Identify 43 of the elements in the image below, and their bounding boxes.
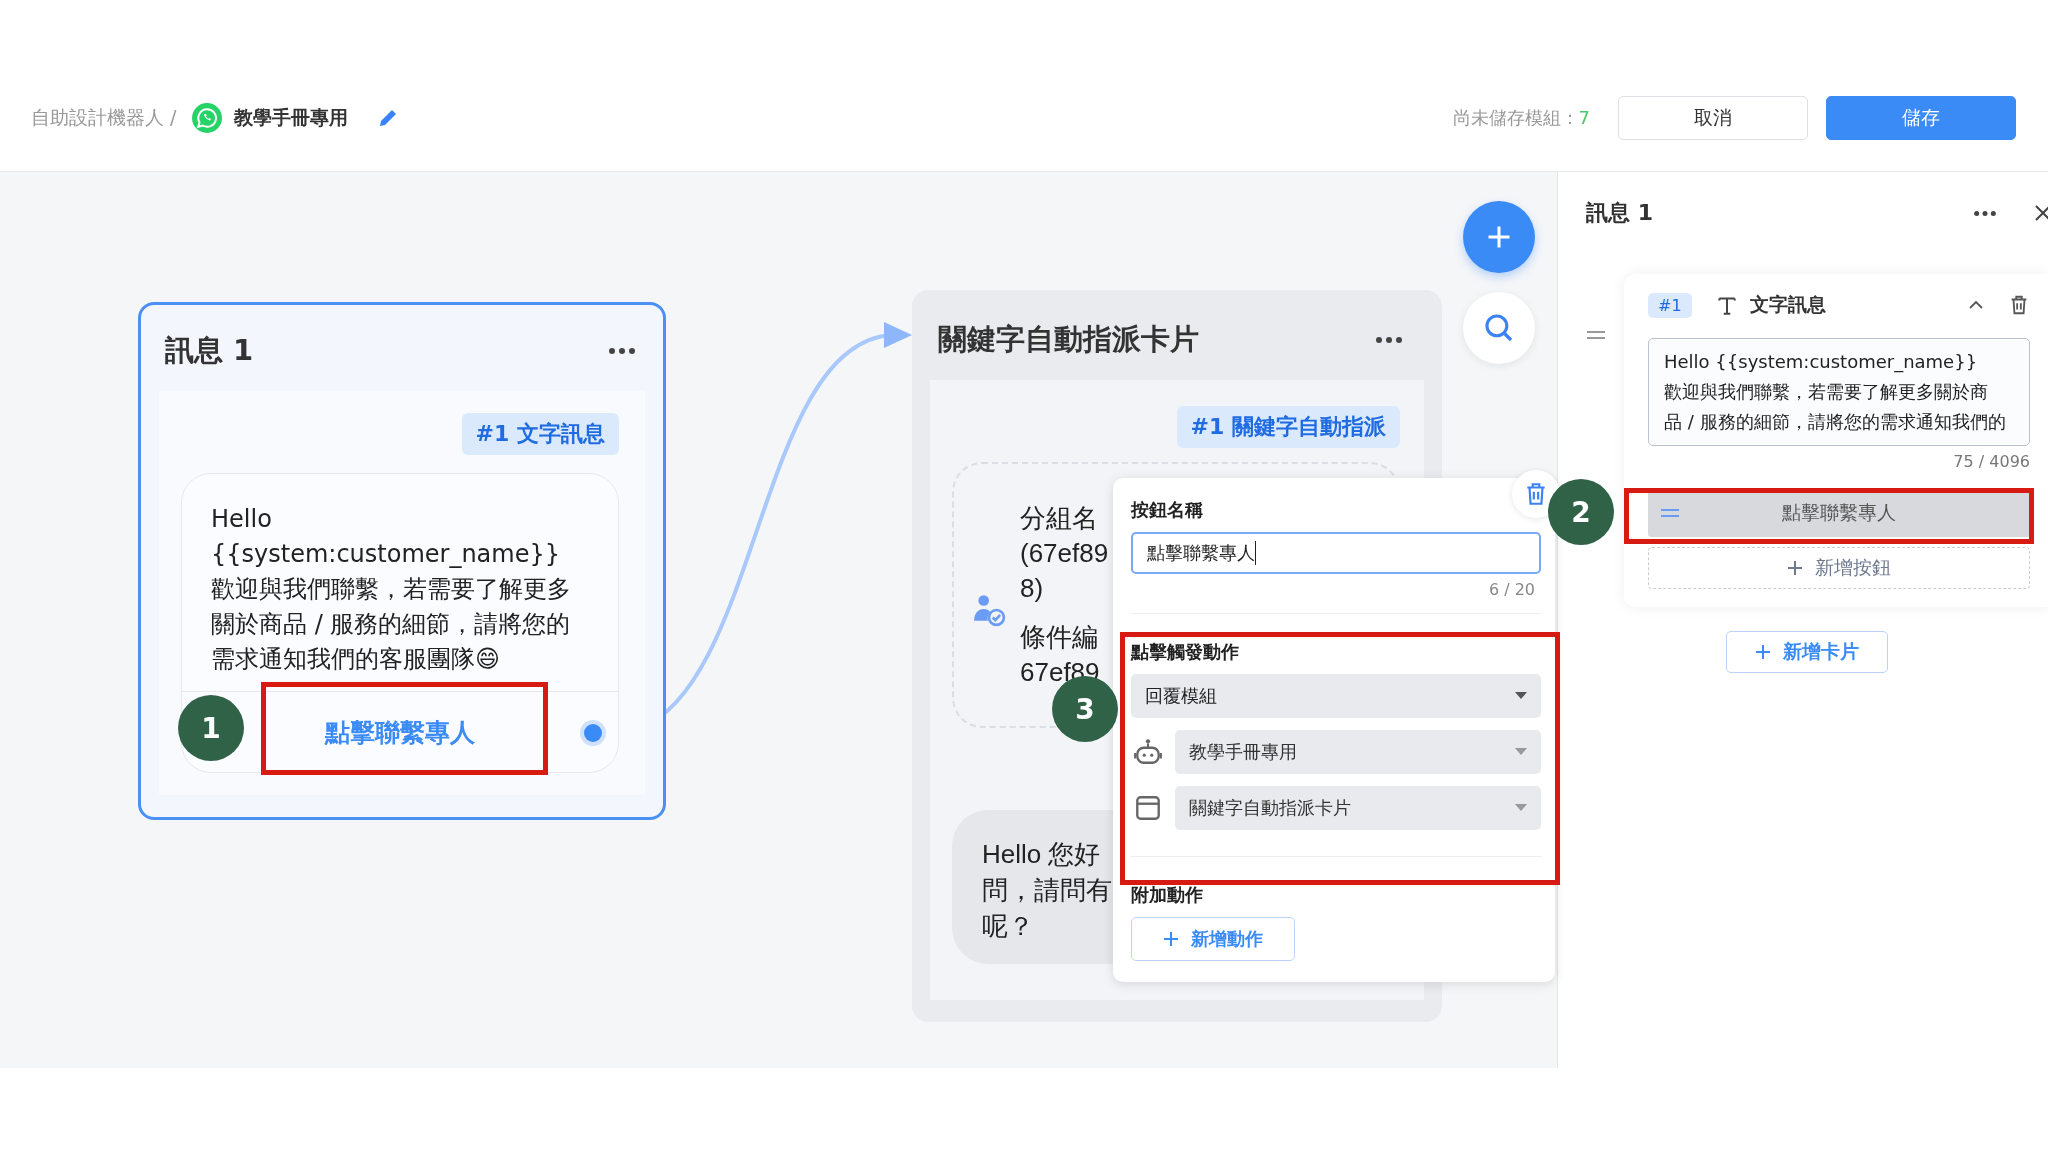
more-icon[interactable]	[609, 348, 635, 354]
close-icon[interactable]	[2034, 204, 2048, 222]
chat-logo-icon	[192, 102, 223, 133]
plus-icon	[1163, 931, 1179, 947]
text-type-icon	[1715, 294, 1738, 316]
button-label: 點擊聯繫專人	[1782, 500, 1896, 525]
bot-name: 教學手冊專用	[234, 104, 349, 130]
plus-icon	[1755, 644, 1771, 660]
field-label: 點擊觸發動作	[1131, 640, 1240, 664]
collapse-icon[interactable]	[1968, 300, 1984, 310]
block-tag: #1 關鍵字自動指派	[1176, 406, 1400, 448]
character-count: 75 / 4096	[1952, 452, 2030, 471]
drag-handle-icon[interactable]	[1660, 508, 1680, 518]
group-name-text: 分組名 (67ef89 8)	[1020, 501, 1109, 605]
robot-icon	[1133, 737, 1163, 767]
message-text-field[interactable]: Hello {{system:customer_name}} 歡迎與我們聯繫，若需要了解更多關於商 品 / 服務的細節，請將您的需求通知我們的	[1648, 338, 2030, 446]
caret-icon	[1515, 804, 1527, 812]
plus-icon	[1787, 560, 1803, 576]
cancel-button[interactable]: 取消	[1618, 95, 1808, 140]
node-title: 關鍵字自動指派卡片	[938, 321, 1199, 358]
select-dropdown[interactable]: 教學手冊專用	[1175, 730, 1541, 774]
block-number-badge: #1	[1648, 292, 1692, 318]
character-count: 6 / 20	[1487, 580, 1535, 599]
card-icon	[1133, 793, 1163, 823]
field-label: 按鈕名稱	[1131, 498, 1204, 522]
block-type-label: 文字訊息	[1749, 292, 1827, 317]
unsaved-modules-label: 尚未儲存模組：7	[1452, 105, 1590, 130]
button-name-field[interactable]: 點擊聯繫專人	[1131, 532, 1541, 574]
block-tag: #1 文字訊息	[461, 413, 619, 455]
add-node-button[interactable]	[1463, 201, 1535, 273]
add-button-button[interactable]: 新增按鈕	[1648, 547, 2030, 589]
caret-icon	[1515, 692, 1527, 700]
panel-title: 訊息 1	[1586, 199, 1654, 227]
connection-port-icon[interactable]	[584, 724, 602, 742]
more-icon[interactable]	[1974, 210, 1996, 216]
more-icon[interactable]	[1376, 337, 1402, 343]
person-check-icon	[972, 593, 1006, 627]
caret-icon	[1515, 748, 1527, 756]
select-dropdown[interactable]: 回覆模組	[1131, 674, 1541, 718]
node-title: 訊息 1	[165, 332, 254, 369]
select-dropdown[interactable]: 關鍵字自動指派卡片	[1175, 786, 1541, 830]
message-text: Hello {{system:customer_name}} 歡迎與我們聯繫，若需要了解更多 關於商品 / 服務的細節，請將您的 需求通知我們的客服團隊😄	[210, 504, 572, 675]
drag-handle-icon[interactable]	[1586, 330, 1606, 340]
